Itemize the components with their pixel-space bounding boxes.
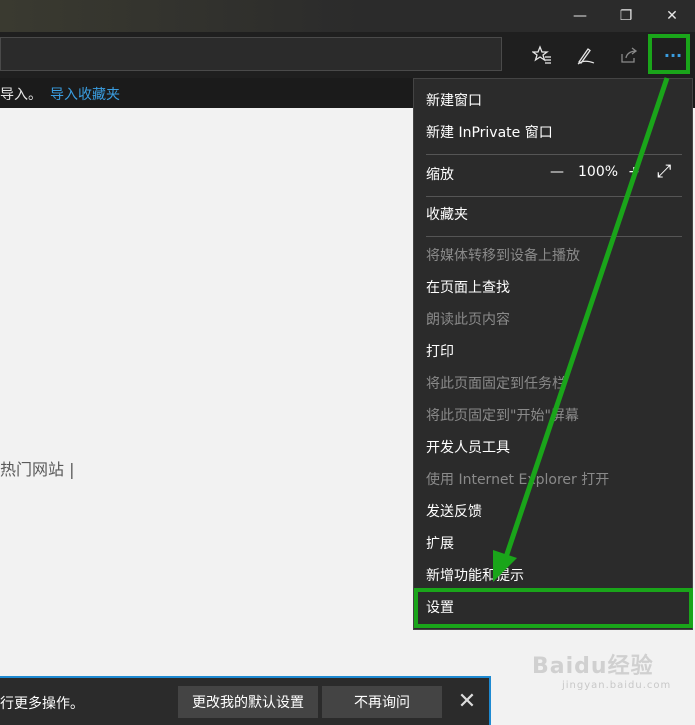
watermark-text: Baidu经验 [532,654,654,679]
baidu-watermark: Baidu经验 jingyan.baidu.com [532,648,671,691]
annotation-arrow [493,77,670,582]
watermark-subtext: jingyan.baidu.com [562,680,672,691]
